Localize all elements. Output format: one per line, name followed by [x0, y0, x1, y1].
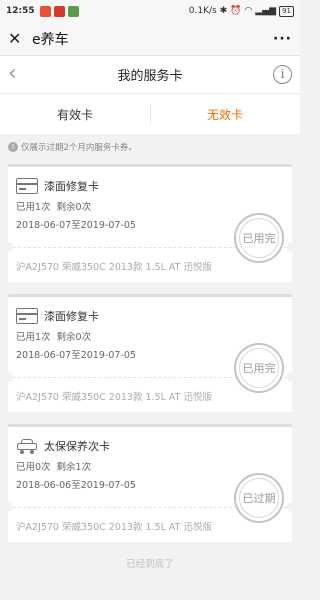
wechat-header: ✕ e养车 ··· [0, 22, 300, 56]
page-header: ‹ 我的服务卡 i [0, 56, 300, 94]
car-icon [16, 438, 38, 454]
chevron-left-icon[interactable]: ‹ [8, 62, 17, 86]
alarm-icon: ⏰ [230, 6, 242, 16]
bluetooth-icon: ✱ [219, 6, 228, 16]
card-used: 已用0次 [16, 462, 51, 473]
card-used: 已用1次 [16, 332, 51, 343]
card-remaining: 剩余0次 [56, 332, 92, 343]
card-name: 太保保养次卡 [44, 439, 110, 453]
card-name: 漆面修复卡 [44, 179, 99, 193]
status-stamp-label: 已过期 [242, 492, 276, 505]
service-card[interactable]: 漆面修复卡 已用1次 剩余0次 2018-06-07至2019-07-05 沪A2… [8, 294, 292, 412]
card-notch [8, 372, 13, 382]
tab-invalid-cards[interactable]: 无效卡 [150, 94, 300, 134]
notification-icon [39, 5, 51, 17]
service-card[interactable]: 太保保养次卡 已用0次 剩余1次 2018-06-06至2019-07-05 沪A… [8, 424, 292, 542]
status-bar: 12:55 0.1K/s ✱ ⏰ ◠ ▂▄▆ 91 [0, 0, 300, 22]
status-right: 0.1K/s ✱ ⏰ ◠ ▂▄▆ 91 [188, 5, 294, 17]
tab-bar: 有效卡 无效卡 [0, 94, 300, 134]
tab-valid-cards[interactable]: 有效卡 [0, 94, 150, 134]
status-stamp: 已用完 [234, 213, 284, 263]
network-speed: 0.1K/s [188, 6, 217, 16]
status-stamp-label: 已用完 [242, 232, 276, 245]
status-stamp-label: 已用完 [242, 362, 276, 375]
card-usage: 已用1次 剩余0次 [8, 329, 292, 343]
service-card[interactable]: 漆面修复卡 已用1次 剩余0次 2018-06-07至2019-07-05 沪A2… [8, 164, 292, 282]
card-car-info: 沪A2J570 荣威350C 2013款 1.5L AT 迅悦版 [16, 522, 212, 533]
status-stamp: 已过期 [234, 473, 284, 523]
card-car-info: 沪A2J570 荣威350C 2013款 1.5L AT 迅悦版 [16, 392, 212, 403]
card-usage: 已用1次 剩余0次 [8, 199, 292, 213]
status-time: 12:55 [6, 6, 35, 16]
card-remaining: 剩余0次 [56, 202, 92, 213]
card-used: 已用1次 [16, 202, 51, 213]
card-car-info: 沪A2J570 荣威350C 2013款 1.5L AT 迅悦版 [16, 262, 212, 273]
more-icon[interactable]: ··· [273, 31, 292, 47]
page-title: 我的服务卡 [117, 69, 183, 84]
info-icon: ! [8, 142, 18, 152]
card-notch [8, 242, 13, 252]
card-icon [16, 307, 38, 324]
battery-icon: 91 [279, 5, 294, 17]
notification-icon [67, 5, 79, 17]
tab-divider [150, 104, 151, 124]
status-stamp: 已用完 [234, 343, 284, 393]
notification-icon [53, 5, 65, 17]
info-icon[interactable]: i [273, 65, 292, 84]
card-icon [16, 177, 38, 194]
end-of-list-text: 已经到底了 [126, 559, 174, 570]
card-notch [287, 372, 292, 382]
card-notch [287, 242, 292, 252]
app-title: e养车 [32, 31, 69, 48]
notice-bar: ! 仅展示过期2个月内服务卡券。 [0, 134, 300, 160]
card-remaining: 剩余1次 [56, 462, 92, 473]
signal-icon: ▂▄▆ [255, 6, 277, 16]
wifi-icon: ◠ [244, 6, 253, 16]
close-icon[interactable]: ✕ [8, 29, 28, 48]
notice-text: 仅展示过期2个月内服务卡券。 [21, 143, 137, 153]
card-name: 漆面修复卡 [44, 309, 99, 323]
card-notch [8, 502, 13, 512]
card-usage: 已用0次 剩余1次 [8, 459, 292, 473]
card-notch [287, 502, 292, 512]
